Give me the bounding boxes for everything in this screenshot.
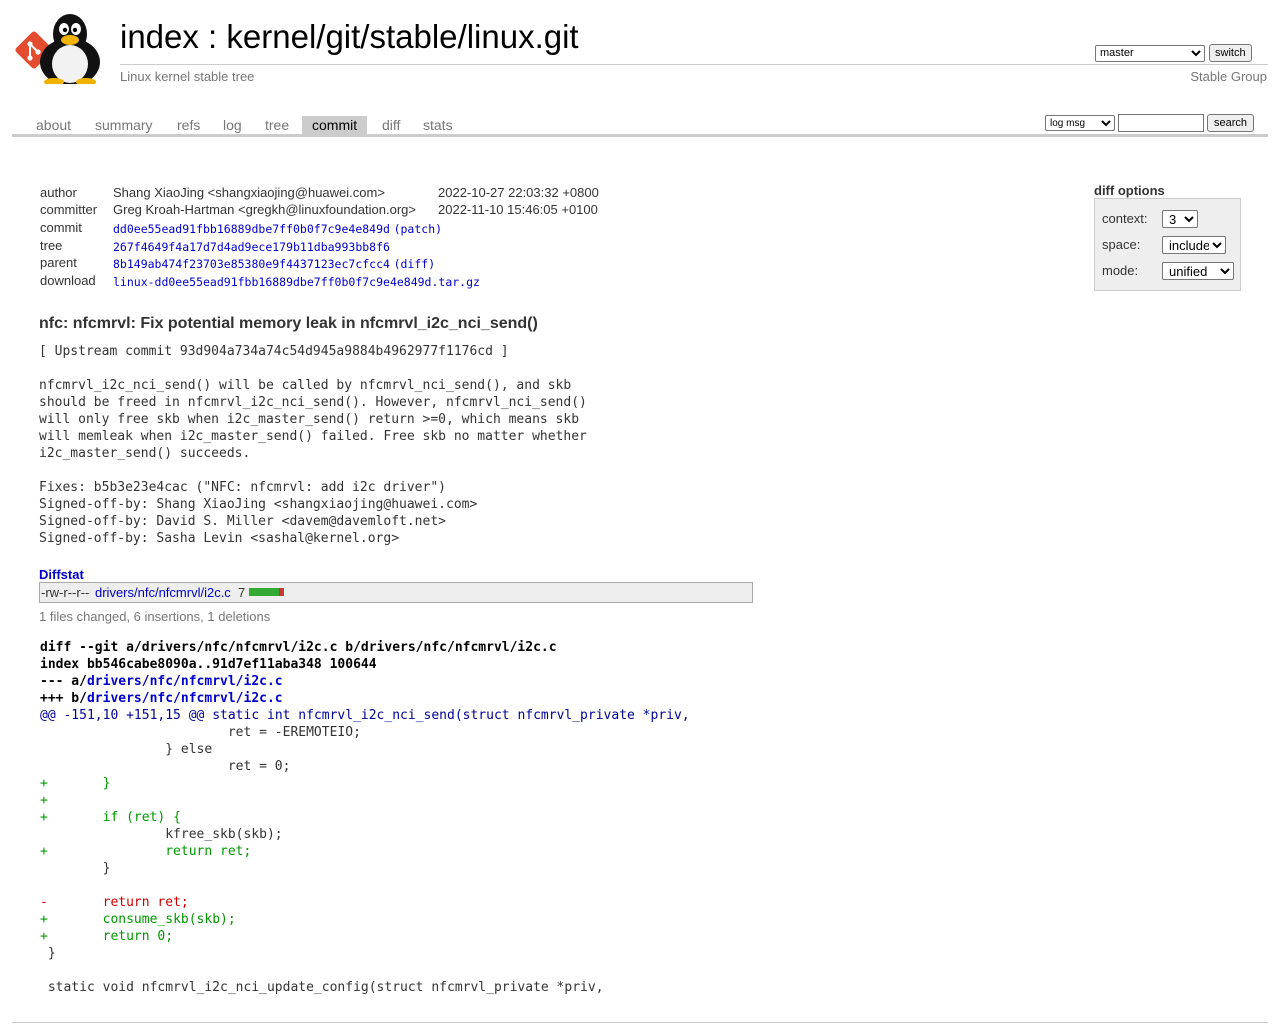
tab-summary[interactable]: summary [85, 116, 163, 134]
footer-divider [12, 1022, 1268, 1023]
diff-line-added: + return 0; [40, 929, 174, 944]
diff-line-context: ret = -EREMOTEIO; [40, 725, 361, 740]
title-separator: : [198, 18, 227, 55]
diffstat-graph [249, 588, 285, 596]
repo-link[interactable]: kernel/git/stable/linux.git [226, 18, 578, 55]
diffstat-file-mode: -rw-r--r-- [41, 585, 90, 600]
download-value: linux-dd0ee55ead91fbb16889dbe7ff0b0f7c9e… [113, 274, 480, 289]
committer-label: committer [40, 202, 98, 217]
diff-options-panel: context: 3 space: include mode: unified [1094, 198, 1241, 291]
switch-button[interactable]: switch [1209, 44, 1252, 62]
tux-logo-icon [15, 14, 100, 86]
tab-about[interactable]: about [26, 116, 81, 134]
diffstat-deletions-bar [279, 588, 284, 596]
commit-hash-link[interactable]: dd0ee55ead91fbb16889dbe7ff0b0f7c9e4e849d [113, 222, 390, 236]
context-select[interactable]: 3 [1162, 210, 1198, 228]
diff-line-removed: - return ret; [40, 895, 189, 910]
branch-select[interactable]: master [1095, 44, 1205, 62]
diff-index-line: index bb546cabe8090a..91d7ef11aba348 100… [40, 657, 377, 672]
diff-line-context: } else [40, 742, 213, 757]
tree-label: tree [40, 238, 63, 253]
diff-hunk-header: @@ -151,10 +151,15 @@ static int nfcmrvl… [40, 707, 690, 724]
header-divider [120, 64, 1268, 65]
tab-diff[interactable]: diff [372, 116, 410, 134]
page-title: index : kernel/git/stable/linux.git [120, 18, 579, 56]
plus-file-link[interactable]: drivers/nfc/nfcmrvl/i2c.c [87, 691, 283, 706]
diff-line-context: } [40, 861, 111, 876]
diff-plus-file-line: +++ b/drivers/nfc/nfcmrvl/i2c.c [40, 690, 690, 707]
committer-date: 2022-11-10 15:46:05 +0100 [438, 202, 598, 217]
parent-hash-link[interactable]: 8b149ab474f23703e85380e9f4437123ec7cfcc4 [113, 257, 390, 271]
minus-file-link[interactable]: drivers/nfc/nfcmrvl/i2c.c [87, 674, 283, 689]
diff-line-added: + return ret; [40, 844, 252, 859]
parent-diff-link[interactable]: (diff) [394, 257, 436, 271]
diffstat-summary: 1 files changed, 6 insertions, 1 deletio… [39, 609, 271, 624]
diff-line-context: static void nfcmrvl_i2c_nci_update_confi… [40, 980, 604, 995]
diff-line-added: + [40, 793, 48, 808]
tab-tree[interactable]: tree [255, 116, 299, 134]
commit-label: commit [40, 220, 82, 235]
diff-line-context: ret = 0; [40, 759, 291, 774]
diffstat-file-link[interactable]: drivers/nfc/nfcmrvl/i2c.c [95, 585, 231, 600]
search-input[interactable] [1118, 114, 1204, 132]
minus-prefix: --- a/ [40, 674, 87, 689]
diff-minus-file-line: --- a/drivers/nfc/nfcmrvl/i2c.c [40, 673, 690, 690]
mode-label: mode: [1102, 263, 1139, 278]
branch-switch-form: master [1095, 44, 1205, 62]
repo-description: Linux kernel stable tree [120, 69, 255, 84]
diffstat-insertions-bar [249, 588, 279, 596]
diff-line-added: + if (ret) { [40, 810, 181, 825]
hunk-context: static int nfcmrvl_i2c_nci_send(struct n… [204, 708, 690, 723]
commit-subject: nfc: nfcmrvl: Fix potential memory leak … [39, 315, 538, 332]
mode-select[interactable]: unified [1162, 262, 1234, 280]
diff-line-added: + } [40, 776, 111, 791]
space-select[interactable]: include [1162, 236, 1226, 254]
diff-line-context [40, 877, 690, 894]
diff-options-title: diff options [1094, 183, 1165, 198]
plus-prefix: +++ b/ [40, 691, 87, 706]
committer-value: Greg Kroah-Hartman <gregkh@linuxfoundati… [113, 202, 416, 217]
context-label: context: [1102, 211, 1148, 226]
author-date: 2022-10-27 22:03:32 +0800 [438, 185, 599, 200]
diffstat-change-count: 7 [238, 585, 246, 600]
diff-line-context [40, 962, 690, 979]
tab-log[interactable]: log [213, 116, 252, 134]
diff-line-context: } [40, 946, 56, 961]
download-label: download [40, 273, 96, 288]
parent-label: parent [40, 255, 77, 270]
index-link[interactable]: index [120, 18, 199, 55]
cgit-logo[interactable] [14, 12, 110, 86]
diffstat-header-link[interactable]: Diffstat [39, 567, 84, 582]
diff-git-line: diff --git a/drivers/nfc/nfcmrvl/i2c.c b… [40, 640, 557, 655]
space-label: space: [1102, 237, 1141, 252]
commit-value: dd0ee55ead91fbb16889dbe7ff0b0f7c9e4e849d… [113, 221, 442, 236]
author-label: author [40, 185, 77, 200]
hunk-range: @@ -151,10 +151,15 @@ [40, 708, 205, 723]
search-mode-select[interactable]: log msg [1045, 115, 1115, 131]
tab-refs[interactable]: refs [167, 116, 210, 134]
patch-link[interactable]: (patch) [394, 222, 442, 236]
diff-line-added: + consume_skb(skb); [40, 912, 236, 927]
diff-lines: ret = -EREMOTEIO; } else ret = 0; + } + + i… [40, 724, 690, 996]
commit-message: [ Upstream commit 93d904a734a74c54d945a9… [39, 344, 587, 546]
download-link[interactable]: linux-dd0ee55ead91fbb16889dbe7ff0b0f7c9e… [113, 275, 480, 289]
author-value: Shang XiaoJing <shangxiaojing@huawei.com… [113, 185, 385, 200]
tree-hash-link[interactable]: 267f4649f4a17d7d4ad9ece179b11dba993bb8f6 [113, 240, 390, 254]
parent-value: 8b149ab474f23703e85380e9f4437123ec7cfcc4… [113, 256, 435, 271]
tab-stats[interactable]: stats [413, 116, 463, 134]
tree-value: 267f4649f4a17d7d4ad9ece179b11dba993bb8f6 [113, 239, 390, 254]
repo-owner: Stable Group [1190, 69, 1267, 84]
diff-view: diff --git a/drivers/nfc/nfcmrvl/i2c.c b… [40, 639, 690, 996]
diffstat-table: -rw-r--r-- drivers/nfc/nfcmrvl/i2c.c 7 [39, 582, 753, 603]
diff-line-context: kfree_skb(skb); [40, 827, 283, 842]
search-button[interactable]: search [1207, 114, 1255, 132]
tab-commit[interactable]: commit [302, 116, 368, 134]
